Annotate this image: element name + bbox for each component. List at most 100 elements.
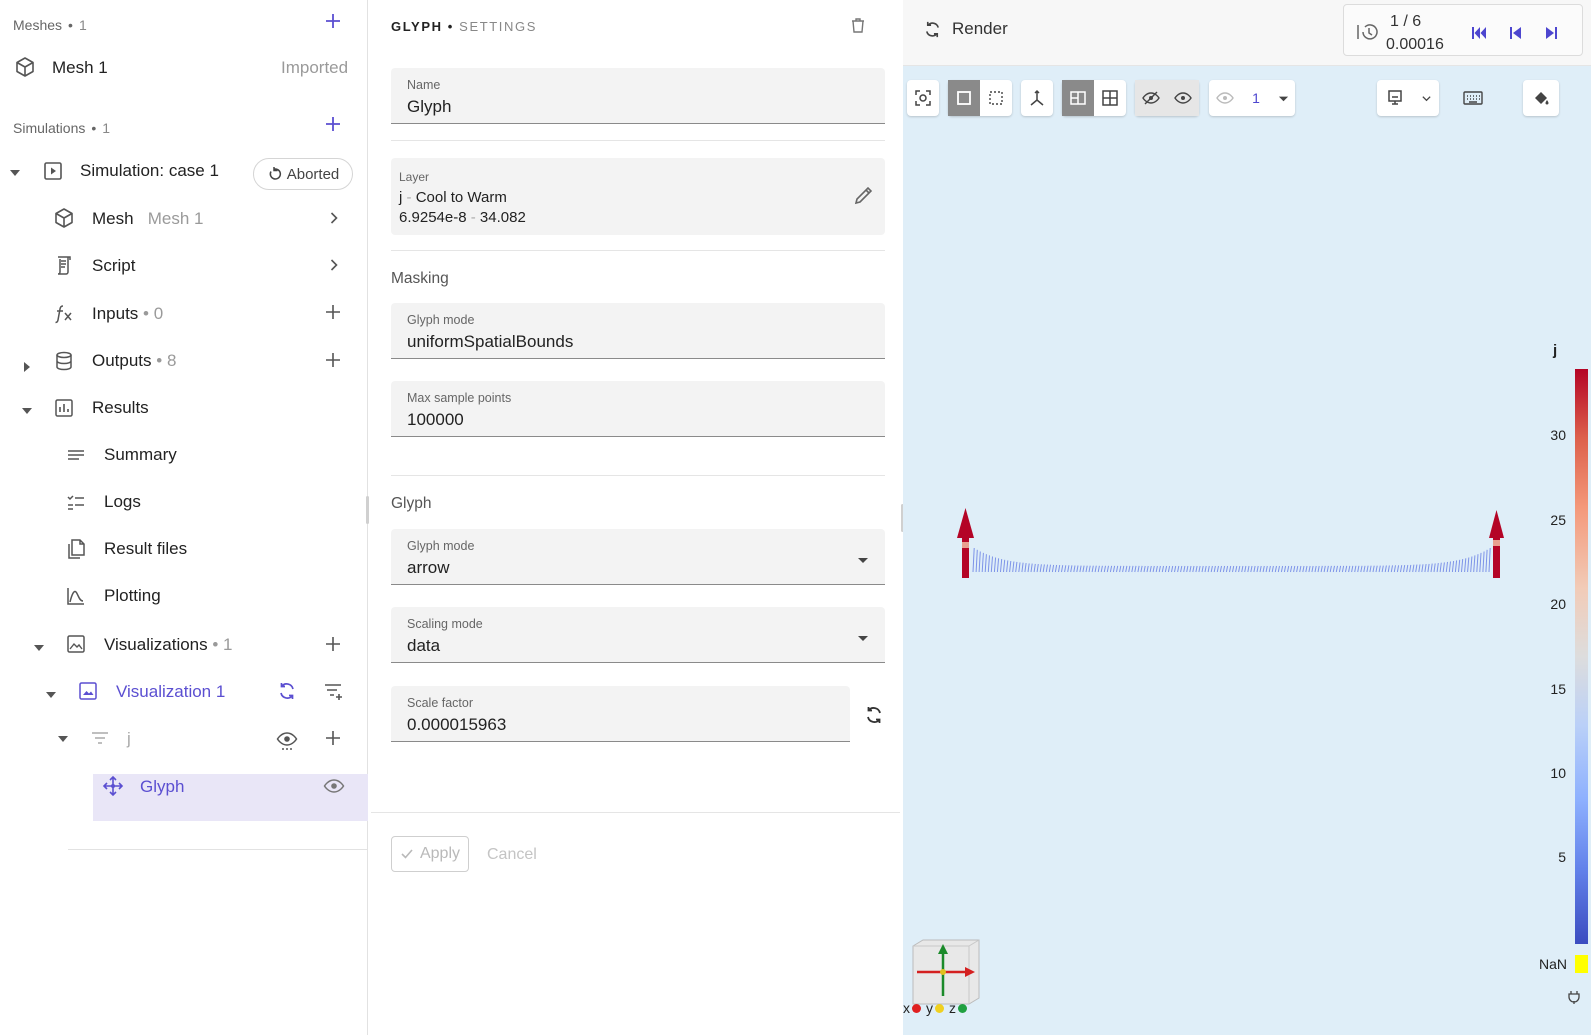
show-icon[interactable] [1167, 80, 1199, 116]
scaling-mode-select[interactable]: Scaling mode data [391, 607, 885, 663]
summary-row[interactable]: Summary [104, 445, 177, 465]
plotting-row[interactable]: Plotting [104, 586, 161, 606]
next-frame-icon[interactable] [1542, 24, 1560, 42]
glyph-line [1387, 565, 1390, 573]
layer-range: 6.9254e-8 - 34.082 [399, 209, 526, 226]
eye-icon[interactable] [276, 728, 298, 750]
sync-icon[interactable] [276, 680, 298, 702]
keyboard-icon[interactable] [1455, 80, 1491, 116]
scale-factor-field[interactable]: Scale factor 0.000015963 [391, 686, 850, 742]
glyph-line [1219, 565, 1222, 573]
chevron-right-icon[interactable] [327, 211, 341, 225]
check-icon [401, 849, 413, 859]
glyph-line [1262, 565, 1265, 573]
split-view-icon[interactable] [1062, 80, 1094, 116]
glyph-line [1128, 565, 1131, 573]
glyph-line [1390, 565, 1393, 573]
simulation-label[interactable]: Simulation: case 1 [80, 161, 219, 181]
colorbar-tick: 15 [1550, 681, 1566, 697]
outputs-row[interactable]: Outputs • 8 [92, 351, 176, 371]
collapse-caret-icon[interactable] [45, 689, 57, 701]
apply-button[interactable]: Apply [391, 836, 469, 872]
display-select[interactable] [1377, 80, 1439, 116]
glyph-item-label[interactable]: Glyph [140, 777, 184, 797]
glyph-line [1467, 557, 1470, 573]
glyph-line [1354, 565, 1357, 573]
view-select[interactable]: 1 [1209, 80, 1295, 116]
name-field[interactable]: Name Glyph [391, 68, 885, 124]
glyph-line [1400, 565, 1403, 573]
masking-glyph-mode-field[interactable]: Glyph mode uniformSpatialBounds [391, 303, 885, 359]
glyph-line [1109, 565, 1113, 573]
glyph-line [1461, 559, 1464, 573]
add-layer-icon[interactable] [324, 729, 342, 747]
glyph-line [1149, 565, 1152, 573]
surface-icon[interactable] [948, 80, 980, 116]
render-viewport[interactable]: 1 j 30 25 20 15 10 5 NaN x y z [903, 66, 1591, 1035]
glyph-line [1085, 565, 1088, 573]
glyph-line [1073, 565, 1076, 573]
visualizations-row[interactable]: Visualizations • 1 [104, 635, 233, 655]
add-filter-icon[interactable] [323, 680, 345, 702]
masking-section-label: Masking [391, 270, 449, 287]
hide-icon[interactable] [1135, 80, 1167, 116]
pencil-icon[interactable] [853, 184, 875, 206]
selection-icon[interactable] [980, 80, 1012, 116]
script-row[interactable]: Script [92, 256, 135, 276]
glyph-line [1308, 565, 1311, 573]
expand-caret-icon[interactable] [21, 361, 33, 373]
divider [391, 140, 885, 141]
grid-view-icon[interactable] [1094, 80, 1126, 116]
render-button[interactable]: Render [923, 19, 1008, 39]
mesh-row[interactable]: Mesh Mesh 1 [92, 209, 204, 229]
reset-camera-icon[interactable] [907, 80, 939, 116]
results-row[interactable]: Results [92, 398, 149, 418]
reset-scale-icon[interactable] [863, 704, 885, 726]
glyph-line [1198, 565, 1201, 573]
history-icon[interactable] [1356, 21, 1378, 43]
logs-row[interactable]: Logs [104, 492, 141, 512]
glyph-line [1357, 565, 1360, 573]
paint-bucket-icon[interactable] [1523, 80, 1559, 116]
script-icon [53, 254, 75, 276]
collapse-caret-icon[interactable] [21, 405, 33, 417]
inputs-row[interactable]: Inputs • 0 [92, 304, 163, 324]
collapse-caret-icon[interactable] [57, 733, 69, 745]
glyph-line [1158, 565, 1161, 573]
filter-item-label[interactable]: j [127, 729, 131, 749]
first-frame-icon[interactable] [1471, 24, 1489, 42]
add-mesh-icon[interactable] [324, 12, 342, 30]
collapse-caret-icon[interactable] [33, 642, 45, 654]
eye-icon[interactable] [323, 775, 345, 797]
resize-handle[interactable] [366, 496, 369, 524]
nan-swatch [1575, 955, 1588, 973]
add-simulation-icon[interactable] [324, 115, 342, 133]
add-visualization-icon[interactable] [324, 635, 342, 653]
collapse-caret-icon[interactable] [9, 167, 21, 179]
glyph-mode-select[interactable]: Glyph mode arrow [391, 529, 885, 585]
trash-icon[interactable] [849, 16, 867, 34]
glyph-line [1320, 565, 1323, 573]
chevron-right-icon[interactable] [327, 258, 341, 272]
cancel-button[interactable]: Cancel [487, 846, 537, 864]
axes-icon[interactable] [1021, 80, 1053, 116]
visualization-item-label[interactable]: Visualization 1 [116, 682, 225, 702]
max-sample-points-field[interactable]: Max sample points 100000 [391, 381, 885, 437]
add-input-icon[interactable] [324, 303, 342, 321]
result-files-row[interactable]: Result files [104, 539, 187, 559]
move-arrows-icon [102, 775, 124, 797]
add-output-icon[interactable] [324, 351, 342, 369]
glyph-line [1485, 549, 1488, 573]
glyph-line [1412, 564, 1415, 573]
glyph-line [1384, 565, 1387, 573]
glyph-line [1293, 565, 1296, 573]
chevron-down-icon [1413, 80, 1439, 116]
glyph-line [1009, 560, 1012, 573]
colorbar-title: j [1553, 342, 1558, 359]
mesh-item-label[interactable]: Mesh 1 [52, 58, 108, 78]
glyph-line [1140, 565, 1143, 573]
glyph-line [1216, 565, 1219, 573]
plug-icon[interactable] [1567, 990, 1581, 1004]
glyph-line [1372, 565, 1375, 573]
previous-frame-icon[interactable] [1507, 24, 1525, 42]
